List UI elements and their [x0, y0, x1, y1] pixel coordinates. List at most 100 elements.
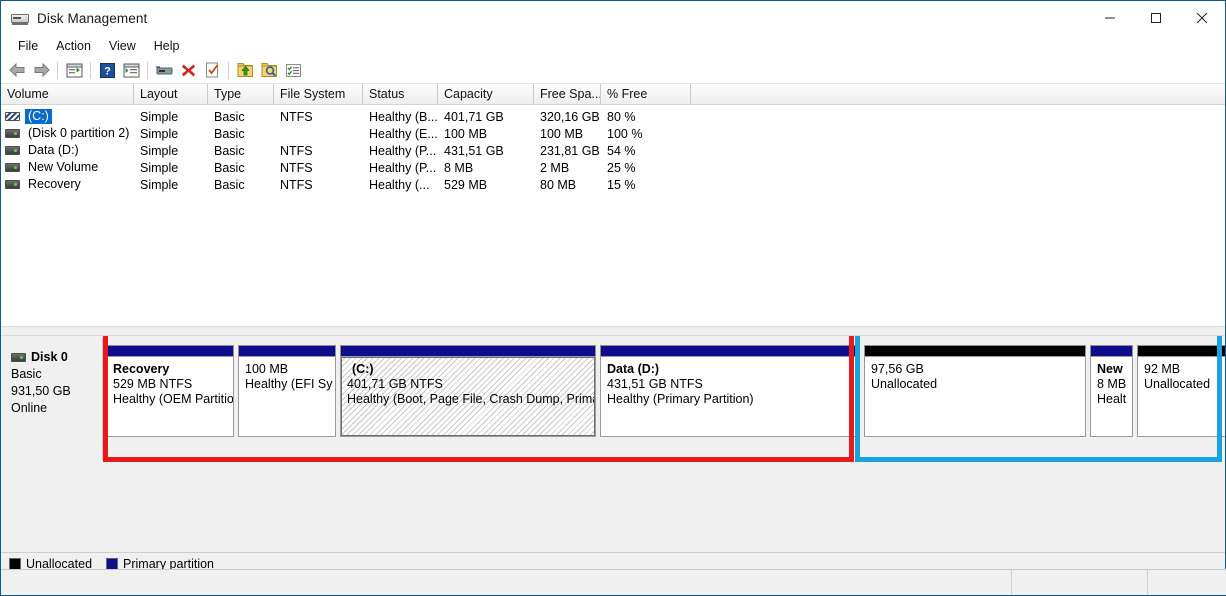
- partition-status: Unallocated: [871, 377, 1085, 392]
- partition-title: Recovery: [113, 362, 233, 377]
- volume-drive-icon: [5, 146, 20, 155]
- back-icon[interactable]: [5, 58, 29, 82]
- partition-body: Data (D:) 431,51 GB NTFS Healthy (Primar…: [600, 356, 860, 437]
- disk-drive-icon: [11, 353, 26, 362]
- cell-capacity: 431,51 GB: [438, 142, 534, 159]
- cell-layout: Simple: [134, 125, 208, 142]
- partition-body: New 8 MB Healt: [1090, 356, 1133, 437]
- disk-info-panel[interactable]: Disk 0 Basic 931,50 GB Online: [1, 338, 103, 460]
- column-header-capacity[interactable]: Capacity: [438, 84, 534, 104]
- cell-layout: Simple: [134, 176, 208, 193]
- close-button[interactable]: [1179, 1, 1225, 35]
- properties-icon[interactable]: [200, 58, 224, 82]
- menu-item-file[interactable]: File: [9, 37, 47, 55]
- partition-color-cap: [1090, 345, 1133, 356]
- cell-status: Healthy (B...: [363, 108, 438, 125]
- cell-volume[interactable]: (C:): [1, 108, 134, 125]
- partition-c[interactable]: (C:) 401,71 GB NTFS Healthy (Boot, Page …: [340, 345, 596, 437]
- cell-status: Healthy (P...: [363, 142, 438, 159]
- cell-free-space: 100 MB: [534, 125, 601, 142]
- volume-drive-icon: [5, 180, 20, 189]
- cell-capacity: 529 MB: [438, 176, 534, 193]
- table-row[interactable]: Data (D:) Simple Basic NTFS Healthy (P..…: [1, 142, 1225, 159]
- table-row[interactable]: Recovery Simple Basic NTFS Healthy (... …: [1, 176, 1225, 193]
- cell-volume[interactable]: Data (D:): [1, 142, 134, 159]
- show-hide-console-tree-icon[interactable]: [62, 58, 86, 82]
- cell-percent-free: 15 %: [601, 176, 691, 193]
- pane-splitter[interactable]: [1, 326, 1225, 336]
- show-hide-action-pane-icon[interactable]: [119, 58, 143, 82]
- partition-color-cap: [106, 345, 234, 356]
- column-header-status[interactable]: Status: [363, 84, 438, 104]
- cell-free-space: 2 MB: [534, 159, 601, 176]
- volume-drive-icon: [5, 163, 20, 172]
- menu-item-view[interactable]: View: [100, 37, 145, 55]
- table-row[interactable]: New Volume Simple Basic NTFS Healthy (P.…: [1, 159, 1225, 176]
- partition-size: 431,51 GB NTFS: [607, 377, 859, 392]
- primary-partition-swatch-icon: [106, 558, 118, 570]
- extend-volume-icon[interactable]: [233, 58, 257, 82]
- partition-strip: Recovery 529 MB NTFS Healthy (OEM Partit…: [103, 338, 1225, 460]
- status-panel-3: [1148, 570, 1226, 595]
- disk-title: Disk 0: [11, 350, 102, 364]
- volume-name: New Volume: [25, 160, 101, 175]
- column-header-percent-free[interactable]: % Free: [601, 84, 691, 104]
- minimize-button[interactable]: [1087, 1, 1133, 35]
- menu-item-action[interactable]: Action: [47, 37, 100, 55]
- window-controls: [1087, 1, 1225, 35]
- help-icon[interactable]: ?: [95, 58, 119, 82]
- volume-list-header: Volume Layout Type File System Status Ca…: [1, 84, 1225, 105]
- toolbar-separator: [147, 62, 148, 79]
- volume-drive-icon: [5, 112, 20, 121]
- cell-percent-free: 100 %: [601, 125, 691, 142]
- cell-volume[interactable]: New Volume: [1, 159, 134, 176]
- partition-size: 8 MB: [1097, 377, 1132, 392]
- maximize-button[interactable]: [1133, 1, 1179, 35]
- column-header-layout[interactable]: Layout: [134, 84, 208, 104]
- volume-name: Recovery: [25, 177, 84, 192]
- column-header-volume[interactable]: Volume: [1, 84, 134, 104]
- partition-status: Healthy (OEM Partitio: [113, 392, 233, 407]
- disk-graphical-pane: Disk 0 Basic 931,50 GB Online Recovery 5…: [1, 336, 1225, 574]
- partition-unallocated-92mb[interactable]: 92 MB Unallocated: [1137, 345, 1225, 437]
- cell-layout: Simple: [134, 159, 208, 176]
- rescan-disks-icon[interactable]: [152, 58, 176, 82]
- toolbar-separator: [57, 62, 58, 79]
- cell-free-space: 80 MB: [534, 176, 601, 193]
- forward-icon[interactable]: [29, 58, 53, 82]
- cell-type: Basic: [208, 142, 274, 159]
- partition-status: Unallocated: [1144, 377, 1225, 392]
- svg-text:?: ?: [104, 65, 111, 77]
- menu-item-help[interactable]: Help: [145, 37, 189, 55]
- toolbar: ?: [1, 57, 1225, 84]
- cell-status: Healthy (...: [363, 176, 438, 193]
- partition-recovery[interactable]: Recovery 529 MB NTFS Healthy (OEM Partit…: [106, 345, 234, 437]
- partition-size: 529 MB NTFS: [113, 377, 233, 392]
- column-header-filler: [691, 84, 1225, 104]
- column-header-type[interactable]: Type: [208, 84, 274, 104]
- partition-new-8mb[interactable]: New 8 MB Healt: [1090, 345, 1133, 437]
- column-header-free-space[interactable]: Free Spa...: [534, 84, 601, 104]
- options-icon[interactable]: [281, 58, 305, 82]
- explore-volume-icon[interactable]: [257, 58, 281, 82]
- cell-volume[interactable]: Recovery: [1, 176, 134, 193]
- window-title: Disk Management: [37, 11, 147, 26]
- cell-percent-free: 25 %: [601, 159, 691, 176]
- delete-volume-icon[interactable]: [176, 58, 200, 82]
- disk-row-disk0: Disk 0 Basic 931,50 GB Online Recovery 5…: [1, 338, 1225, 460]
- partition-title: (C:): [347, 362, 595, 377]
- partition-unallocated-97gb[interactable]: 97,56 GB Unallocated: [864, 345, 1086, 437]
- table-row[interactable]: (Disk 0 partition 2) Simple Basic Health…: [1, 125, 1225, 142]
- column-header-file-system[interactable]: File System: [274, 84, 363, 104]
- partition-status: Healt: [1097, 392, 1132, 407]
- cell-status: Healthy (E...: [363, 125, 438, 142]
- partition-body: 100 MB Healthy (EFI Sy: [238, 356, 336, 437]
- cell-file-system: NTFS: [274, 176, 363, 193]
- partition-efi[interactable]: 100 MB Healthy (EFI Sy: [238, 345, 336, 437]
- table-row[interactable]: (C:) Simple Basic NTFS Healthy (B... 401…: [1, 108, 1225, 125]
- cell-capacity: 100 MB: [438, 125, 534, 142]
- cell-file-system: [274, 125, 363, 142]
- partition-data-d[interactable]: Data (D:) 431,51 GB NTFS Healthy (Primar…: [600, 345, 860, 437]
- partition-body: 97,56 GB Unallocated: [864, 356, 1086, 437]
- cell-volume[interactable]: (Disk 0 partition 2): [1, 125, 134, 142]
